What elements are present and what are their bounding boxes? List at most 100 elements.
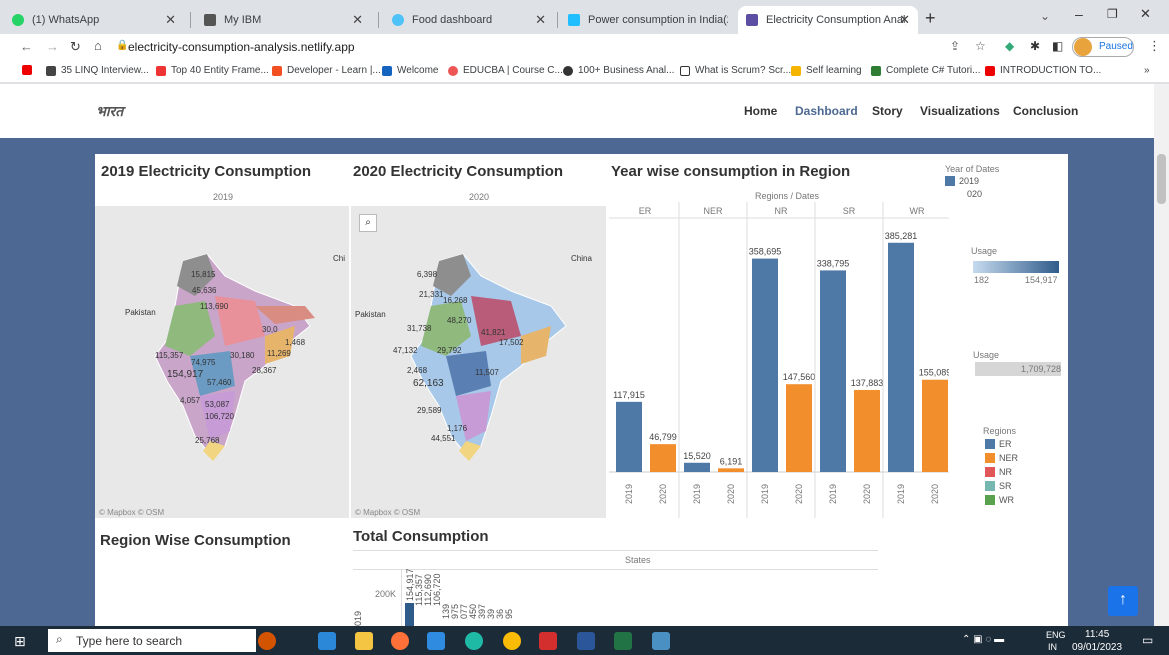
map-2019[interactable]: Pakistan Chi 15,815 45,636 113,690 30,0 …: [95, 206, 349, 518]
page-scrollbar[interactable]: [1154, 84, 1169, 626]
bar-chart[interactable]: ER 117,915 2019 46,799 2020 NER 15,520 2019 6,19…: [609, 202, 949, 518]
map-credit: © Mapbox © OSM: [99, 508, 165, 517]
bar-nr-2020[interactable]: [786, 384, 812, 472]
puzzle-icon[interactable]: ✱: [1030, 39, 1040, 53]
bar-value-label[interactable]: 358,695: [749, 247, 782, 257]
nav-conclusion[interactable]: Conclusion: [1013, 104, 1078, 118]
bookmark-developer[interactable]: Developer - Learn |...: [272, 65, 381, 76]
bookmark-scrum[interactable]: What is Scrum? Scr...: [680, 65, 791, 76]
bar-value-label[interactable]: 155,089: [919, 368, 949, 378]
total-consumption-chart[interactable]: States 200K 2019 154,917 115,357 112,690 10…: [353, 550, 878, 626]
bar-sr-2019[interactable]: [820, 270, 846, 472]
nav-visualizations[interactable]: Visualizations: [920, 104, 1000, 118]
back-icon[interactable]: ←: [20, 39, 33, 54]
bookmark-business[interactable]: 100+ Business Anal...: [563, 65, 674, 76]
notification-icon[interactable]: ▭: [1142, 633, 1153, 647]
bar-value-label[interactable]: 46,799: [649, 432, 677, 442]
weather-widget-icon[interactable]: [258, 632, 276, 650]
close-icon[interactable]: ✕: [899, 12, 910, 28]
forward-icon[interactable]: →: [46, 39, 59, 54]
tab-power-consumption[interactable]: Power consumption in India(201: [560, 6, 736, 34]
bar-er-2020[interactable]: [650, 444, 676, 472]
bar-wr-2019[interactable]: [888, 242, 914, 472]
home-icon[interactable]: ⌂: [94, 38, 102, 53]
clock-date[interactable]: 09/01/2023: [1072, 642, 1122, 653]
close-icon[interactable]: ✕: [165, 12, 176, 28]
bookmark-entity[interactable]: Top 40 Entity Frame...: [156, 65, 269, 76]
bar-ner-2020[interactable]: [718, 468, 744, 472]
tab-electricity-consumption[interactable]: Electricity Consumption Analysis✕: [738, 6, 918, 34]
lock-icon[interactable]: 🔒: [116, 40, 128, 51]
taskview-icon[interactable]: [318, 632, 336, 650]
legend-ner[interactable]: NER: [985, 453, 1018, 463]
vscode-icon[interactable]: [427, 632, 445, 650]
site-logo[interactable]: भारत: [96, 102, 123, 121]
url-field[interactable]: electricity-consumption-analysis.netlify…: [128, 40, 355, 54]
bar-value-label[interactable]: 6,191: [720, 456, 743, 466]
legend-er[interactable]: ER: [985, 439, 1012, 449]
close-icon[interactable]: ✕: [535, 12, 546, 28]
bookmark-introduction[interactable]: INTRODUCTION TO...: [985, 65, 1101, 76]
bar-value-label[interactable]: 117,915: [613, 390, 645, 400]
bookmark-self-learning[interactable]: Self learning: [791, 65, 862, 76]
reload-icon[interactable]: ↻: [70, 39, 81, 55]
bar-nr-2019[interactable]: [752, 258, 778, 472]
extension-icon[interactable]: ◆: [1005, 39, 1014, 53]
total-bar-first[interactable]: [405, 603, 414, 626]
bar-value-label[interactable]: 15,520: [683, 451, 711, 461]
year-tick-label: 2019: [692, 484, 702, 504]
bar-value-label[interactable]: 385,281: [885, 231, 918, 241]
bookmark-welcome[interactable]: Welcome: [382, 65, 439, 76]
word-icon[interactable]: [577, 632, 595, 650]
tab-search-icon[interactable]: ⌄: [1040, 9, 1050, 23]
bar-sr-2020[interactable]: [854, 389, 880, 472]
minimize-button[interactable]: –: [1075, 6, 1083, 22]
map-2020[interactable]: ⌕ Pakistan China 6,398 21,331 16,268 48,…: [351, 206, 606, 518]
edge-icon[interactable]: [465, 632, 483, 650]
taskbar-search[interactable]: ⌕ Type here to search: [48, 629, 256, 652]
legend-sr[interactable]: SR: [985, 481, 1012, 491]
file-explorer-icon[interactable]: [355, 632, 373, 650]
nav-dashboard[interactable]: Dashboard: [795, 104, 858, 118]
tab-whatsapp[interactable]: (1) WhatsApp ✕: [4, 6, 184, 34]
nav-story[interactable]: Story: [872, 104, 903, 118]
bar-wr-2020[interactable]: [922, 379, 948, 472]
share-icon[interactable]: ⇪: [950, 39, 960, 53]
more-bookmarks-icon[interactable]: »: [1144, 65, 1150, 76]
nav-home[interactable]: Home: [744, 104, 777, 118]
bookmark-educba[interactable]: EDUCBA | Course C...: [448, 65, 563, 76]
bookmark-csharp[interactable]: Complete C# Tutori...: [871, 65, 980, 76]
clock-time[interactable]: 11:45: [1085, 629, 1109, 640]
whatsapp-icon: [12, 14, 24, 26]
sidebar-icon[interactable]: ◧: [1052, 39, 1063, 53]
scroll-top-button[interactable]: ↑: [1108, 586, 1138, 616]
maximize-button[interactable]: ❐: [1107, 7, 1118, 21]
legend-year-2020[interactable]: 020: [967, 189, 982, 199]
legend-wr[interactable]: WR: [985, 495, 1014, 505]
scrollbar-thumb[interactable]: [1157, 154, 1166, 204]
windows-start-icon[interactable]: ⊞: [14, 633, 26, 650]
system-tray-icons[interactable]: ⌃ ▣ ◌ ▬: [962, 634, 1004, 645]
new-tab-button[interactable]: +: [925, 8, 936, 29]
snip-icon[interactable]: [652, 632, 670, 650]
legend-nr[interactable]: NR: [985, 467, 1012, 477]
bar-value-label[interactable]: 147,560: [783, 372, 816, 382]
acrobat-icon[interactable]: [539, 632, 557, 650]
menu-icon[interactable]: ⋮: [1148, 38, 1161, 54]
bar-value-label[interactable]: 338,795: [817, 258, 850, 268]
close-icon[interactable]: ✕: [352, 12, 363, 28]
bookmark-youtube[interactable]: [22, 65, 37, 75]
bar-ner-2019[interactable]: [684, 462, 710, 472]
bookmark-linq[interactable]: 35 LINQ Interview...: [46, 65, 149, 76]
bar-value-label[interactable]: 137,883: [851, 378, 884, 388]
excel-icon[interactable]: [614, 632, 632, 650]
firefox-icon[interactable]: [391, 632, 409, 650]
tab-my-ibm[interactable]: My IBM ✕: [196, 6, 371, 34]
close-window-button[interactable]: ✕: [1140, 6, 1151, 22]
tab-food-dashboard[interactable]: Food dashboard ✕: [384, 6, 554, 34]
chrome-icon[interactable]: [503, 632, 521, 650]
legend-year-2019[interactable]: 2019: [945, 176, 979, 186]
year-tick-label: 2020: [726, 484, 736, 504]
bookmark-star-icon[interactable]: ☆: [975, 39, 986, 53]
bar-er-2019[interactable]: [616, 401, 642, 472]
